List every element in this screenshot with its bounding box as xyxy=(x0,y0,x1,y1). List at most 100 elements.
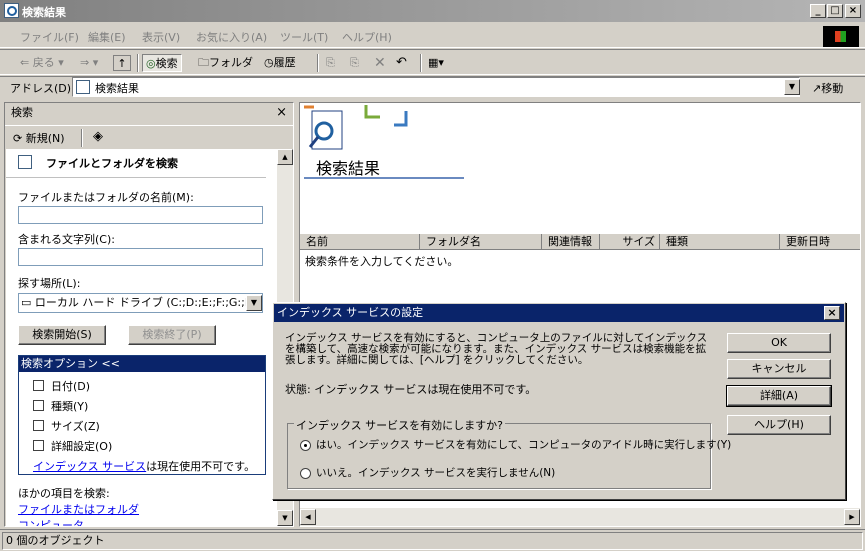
other-computers-link[interactable]: コンピュータ xyxy=(18,517,84,526)
heading-divider xyxy=(6,177,266,178)
dialog-status: 状態: インデックス サービスは現在使用不可です。 xyxy=(285,383,537,396)
search-companion-icon[interactable]: ◈ xyxy=(93,129,103,144)
undo-icon[interactable]: ↶ xyxy=(396,54,407,72)
move-to-icon[interactable]: ⎘ xyxy=(326,54,335,72)
minimize-button[interactable]: _ xyxy=(810,4,826,18)
history-button[interactable]: ◷履歴 xyxy=(264,54,296,72)
search-heading: ファイルとフォルダを検索 xyxy=(46,157,178,170)
address-label: アドレス(D) xyxy=(10,82,72,95)
title-underline xyxy=(304,177,464,179)
option-no-label: いいえ。インデックス サービスを実行しません(N) xyxy=(316,467,556,479)
toolbar-separator xyxy=(420,54,422,72)
menu-help[interactable]: ヘルプ(H) xyxy=(342,29,392,45)
go-button[interactable]: ↗移動 xyxy=(812,80,843,96)
search-pane: 検索 × ⟳ 新規(N) ◈ ファイルとフォルダを検索 ファイルまたはフォルダの… xyxy=(4,102,294,527)
search-options-box: 検索オプション << 日付(D) 種類(Y) サイズ(Z) 詳細設定(O) イン… xyxy=(18,355,266,475)
ok-button[interactable]: OK xyxy=(727,333,831,353)
windows-logo-icon xyxy=(823,26,859,47)
close-pane-icon[interactable]: × xyxy=(276,103,287,123)
column-folder[interactable]: フォルダ名 xyxy=(420,234,542,250)
folders-button[interactable]: 🗀フォルダ xyxy=(198,54,253,72)
details-button[interactable]: 詳細(A) xyxy=(726,385,832,407)
option-yes-label: はい。インデックス サービスを有効にして、コンピュータのアイドル時に実行します(… xyxy=(316,439,732,451)
go-arrow-icon: ↗ xyxy=(812,82,822,95)
search-pane-toolbar: ⟳ 新規(N) ◈ xyxy=(5,125,293,149)
column-size[interactable]: サイズ xyxy=(600,234,660,250)
address-dropdown-button[interactable]: ▼ xyxy=(784,79,800,95)
search-options-header[interactable]: 検索オプション << xyxy=(19,356,265,372)
column-relevance[interactable]: 関連情報 xyxy=(542,234,600,250)
start-search-button[interactable]: 検索開始(S) xyxy=(18,325,106,345)
maximize-button[interactable]: □ xyxy=(827,4,843,18)
dialog-description: インデックス サービスを有効にすると、コンピュータ上のファイルに対してインデック… xyxy=(285,332,708,366)
scroll-right-button[interactable]: ▶ xyxy=(844,509,860,525)
address-input[interactable]: 検索結果 xyxy=(72,77,800,97)
back-arrow-icon: ⇐ xyxy=(20,56,33,69)
dialog-title: インデックス サービスの設定 xyxy=(277,306,424,319)
folder-icon: 🗀 xyxy=(198,56,209,69)
search-pane-title: 検索 xyxy=(11,106,33,119)
search-files-icon xyxy=(18,155,32,169)
column-name[interactable]: 名前 xyxy=(300,234,420,250)
delete-icon[interactable]: ✕ xyxy=(374,54,386,72)
title-bar: 検索結果 _ □ × xyxy=(0,0,865,22)
views-button[interactable]: ▦▾ xyxy=(428,54,444,72)
dialog-title-bar: インデックス サービスの設定 × xyxy=(274,304,844,322)
address-bar: アドレス(D) 検索結果 ▼ ↗移動 xyxy=(0,76,865,98)
text-label: 含まれる文字列(C): xyxy=(18,233,115,246)
column-modified[interactable]: 更新日時 xyxy=(780,234,860,250)
cancel-button[interactable]: キャンセル xyxy=(727,359,831,379)
scroll-down-button[interactable]: ▼ xyxy=(277,510,293,526)
toolbar-separator xyxy=(137,54,139,72)
toolbar: ⇐ 戻る ▾ ⇒ ▾ ↑ ◎検索 🗀フォルダ ◷履歴 ⎘ ⎘ ✕ ↶ ▦▾ xyxy=(0,49,865,75)
menu-file[interactable]: ファイル(F) xyxy=(20,29,79,45)
advanced-checkbox[interactable] xyxy=(33,440,44,451)
scroll-left-button[interactable]: ◀ xyxy=(300,509,316,525)
location-dropdown-icon[interactable]: ▼ xyxy=(246,295,262,311)
radio-yes[interactable] xyxy=(300,440,311,451)
views-icon: ▦ xyxy=(428,56,439,69)
search-results-icon xyxy=(76,80,90,94)
other-search-label: ほかの項目を検索: xyxy=(18,487,110,500)
help-button[interactable]: ヘルプ(H) xyxy=(727,415,831,435)
enable-index-group: インデックス サービスを有効にしますか? はい。インデックス サービスを有効にし… xyxy=(287,417,731,489)
radio-no[interactable] xyxy=(300,468,311,479)
toolbar-separator xyxy=(317,54,319,72)
text-input[interactable] xyxy=(18,248,263,266)
up-folder-icon[interactable]: ↑ xyxy=(113,55,131,71)
index-service-dialog: インデックス サービスの設定 × インデックス サービスを有効にすると、コンピュ… xyxy=(272,302,846,500)
status-text: 0 個のオブジェクト xyxy=(2,532,863,550)
search-button[interactable]: ◎検索 xyxy=(142,54,182,72)
location-select[interactable]: ▭ ローカル ハード ドライブ (C:;D:;E:;F:;G:;H:;L:M ▼ xyxy=(18,293,263,313)
other-files-link[interactable]: ファイルまたはフォルダ xyxy=(18,501,139,517)
back-button[interactable]: ⇐ 戻る ▾ xyxy=(20,54,64,72)
date-option-label: 日付(D) xyxy=(51,380,91,393)
dialog-close-button[interactable]: × xyxy=(824,306,840,320)
index-service-link[interactable]: インデックス サービス xyxy=(33,460,146,473)
copy-to-icon[interactable]: ⎘ xyxy=(350,54,359,72)
size-checkbox[interactable] xyxy=(33,420,44,431)
scroll-up-button[interactable]: ▲ xyxy=(277,149,293,165)
name-label: ファイルまたはフォルダの名前(M): xyxy=(18,191,194,204)
new-search-icon: ⟳ xyxy=(13,132,23,145)
name-input[interactable] xyxy=(18,206,263,224)
search-pane-header: 検索 × xyxy=(5,103,293,123)
new-search-button[interactable]: ⟳ 新規(N) xyxy=(13,130,65,146)
results-hscrollbar[interactable]: ◀ ▶ xyxy=(300,508,860,526)
close-button[interactable]: × xyxy=(845,4,861,18)
type-checkbox[interactable] xyxy=(33,400,44,411)
menu-edit[interactable]: 編集(E) xyxy=(88,29,126,45)
window-title: 検索結果 xyxy=(22,6,66,19)
results-title: 検索結果 xyxy=(316,159,381,178)
menu-favorites[interactable]: お気に入り(A) xyxy=(196,29,267,45)
location-label: 探す場所(L): xyxy=(18,277,81,290)
type-option-label: 種類(Y) xyxy=(51,400,89,413)
date-checkbox[interactable] xyxy=(33,380,44,391)
index-status: インデックス サービスは現在使用不可です。 xyxy=(33,460,256,473)
column-type[interactable]: 種類 xyxy=(660,234,780,250)
menu-view[interactable]: 表示(V) xyxy=(142,29,180,45)
forward-button[interactable]: ⇒ ▾ xyxy=(80,54,98,72)
pane-separator xyxy=(81,129,83,147)
menu-tools[interactable]: ツール(T) xyxy=(280,29,328,45)
stop-search-button[interactable]: 検索終了(P) xyxy=(128,325,216,345)
